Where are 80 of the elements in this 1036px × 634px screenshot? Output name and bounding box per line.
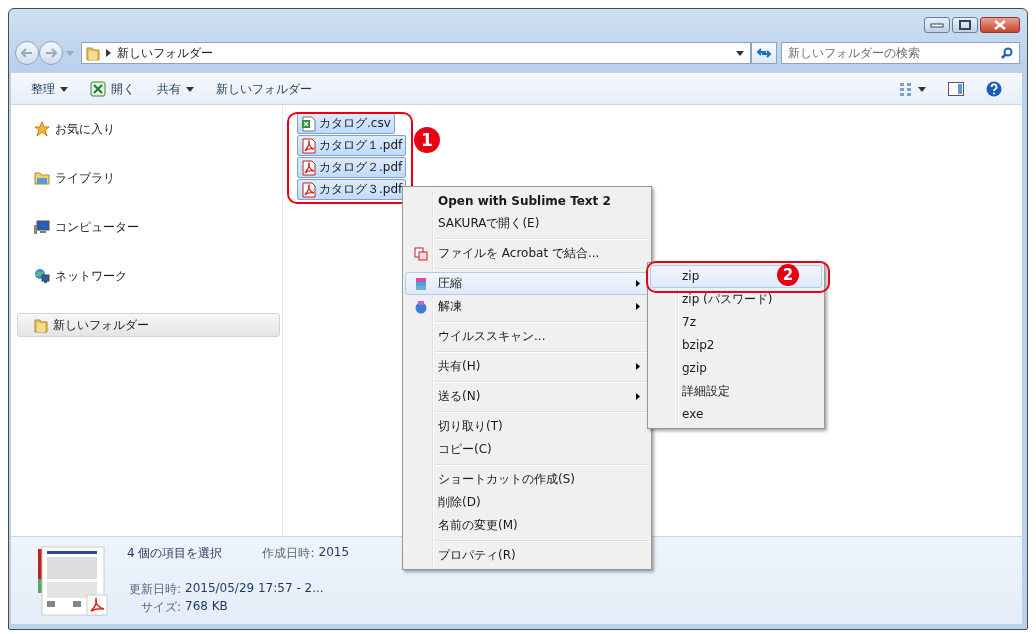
submenu-arrow-icon (636, 280, 640, 287)
submenu-arrow-icon (636, 393, 640, 400)
spreadsheet-icon (90, 81, 106, 97)
menu-item[interactable]: 名前の変更(M) (405, 514, 649, 537)
toolbar-button[interactable]: 新しいフォルダー (208, 77, 320, 101)
menu-item[interactable]: ショートカットの作成(S) (405, 468, 649, 491)
close-icon (993, 20, 1007, 30)
details-label: 作成日時: (262, 545, 315, 562)
sidebar-item[interactable]: お気に入り (17, 117, 280, 141)
submenu-arrow-icon (636, 363, 640, 370)
menu-item[interactable]: 7z (650, 311, 822, 334)
view-grid-icon (899, 82, 913, 96)
archive-box-icon (414, 276, 428, 291)
menu-item[interactable]: SAKURAで開く(E) (405, 212, 649, 235)
menu-item[interactable]: プロパティ(R) (405, 544, 649, 567)
spreadsheet-file-icon (301, 115, 317, 132)
sidebar-item[interactable]: ネットワーク (17, 264, 280, 288)
menu-item[interactable]: 解凍 (405, 295, 649, 318)
help-icon (986, 81, 1002, 97)
menu-item[interactable]: 詳細設定 (650, 380, 822, 403)
library-folder-icon (34, 170, 50, 186)
details-label: 更新日時: (127, 581, 181, 598)
network-icon (34, 268, 50, 284)
preview-pane-icon (948, 82, 964, 96)
search-field[interactable]: 新しいフォルダーの検索 (781, 42, 1020, 64)
maximize-icon (958, 20, 972, 30)
menu-item[interactable]: 削除(D) (405, 491, 649, 514)
menu-item[interactable]: ウイルススキャン... (405, 325, 649, 348)
file-item[interactable]: カタログ３.pdf (297, 179, 407, 200)
document-thumbnail-drawing (37, 545, 109, 617)
menu-item[interactable]: 切り取り(T) (405, 415, 649, 438)
menu-item[interactable]: bzip2 (650, 334, 822, 357)
pdf-file-icon (301, 137, 317, 154)
minimize-button[interactable] (924, 17, 950, 33)
minimize-icon (930, 22, 944, 28)
submenu-arrow-icon (636, 303, 640, 310)
pdf-file-icon (301, 181, 317, 198)
details-label: サイズ: (139, 599, 181, 616)
details-value: 2015/05/29 17:57 - 2... (185, 581, 324, 597)
details-value: 768 KB (185, 599, 228, 615)
archive-globe-icon (414, 299, 428, 314)
sidebar-item[interactable]: コンピューター (17, 215, 280, 239)
pdf-file-icon (301, 159, 317, 176)
folder-icon (34, 317, 48, 333)
file-item[interactable]: カタログ２.pdf (297, 157, 407, 178)
caret-icon (186, 86, 194, 92)
breadcrumb[interactable]: 新しいフォルダー (117, 44, 213, 62)
toolbar-button[interactable]: 整理 (23, 77, 76, 101)
menu-item[interactable]: ファイルを Acrobat で結合... (405, 242, 649, 265)
folder-icon (86, 45, 100, 61)
menu-item[interactable]: exe (650, 403, 822, 426)
menu-item[interactable]: 共有(H) (405, 355, 649, 378)
computer-icon (34, 219, 50, 235)
sidebar-item[interactable]: ライブラリ (17, 166, 280, 190)
search-icon (1001, 47, 1013, 59)
details-value: 2015 (318, 545, 350, 561)
sidebar-item[interactable]: 新しいフォルダー (17, 313, 280, 337)
toolbar-button[interactable]: 共有 (149, 77, 202, 101)
star-icon (34, 121, 50, 137)
menu-item[interactable]: 圧縮 (405, 272, 649, 295)
maximize-button[interactable] (952, 17, 978, 33)
menu-item[interactable]: 送る(N) (405, 385, 649, 408)
selection-summary: 4 個の項目を選択 (127, 545, 223, 562)
file-item[interactable]: カタログ.csv (297, 113, 395, 134)
toolbar-button[interactable]: 開く (82, 77, 143, 101)
dropdown-caret-icon[interactable] (736, 50, 744, 56)
menu-item[interactable]: Open with Sublime Text 2 (405, 189, 649, 212)
acrobat-icon (414, 246, 428, 261)
close-button[interactable] (980, 17, 1020, 33)
refresh-icon (756, 47, 772, 59)
back-arrow-icon (21, 48, 33, 58)
forward-arrow-icon (45, 48, 57, 58)
refresh-button[interactable] (751, 42, 777, 64)
menu-item[interactable]: gzip (650, 357, 822, 380)
file-item[interactable]: カタログ１.pdf (297, 135, 407, 156)
breadcrumb-arrow-icon (106, 49, 111, 57)
menu-item[interactable]: コピー(C) (405, 438, 649, 461)
address-bar[interactable]: 新しいフォルダー (81, 42, 751, 64)
caret-icon (60, 86, 68, 92)
caret-icon (918, 86, 926, 92)
